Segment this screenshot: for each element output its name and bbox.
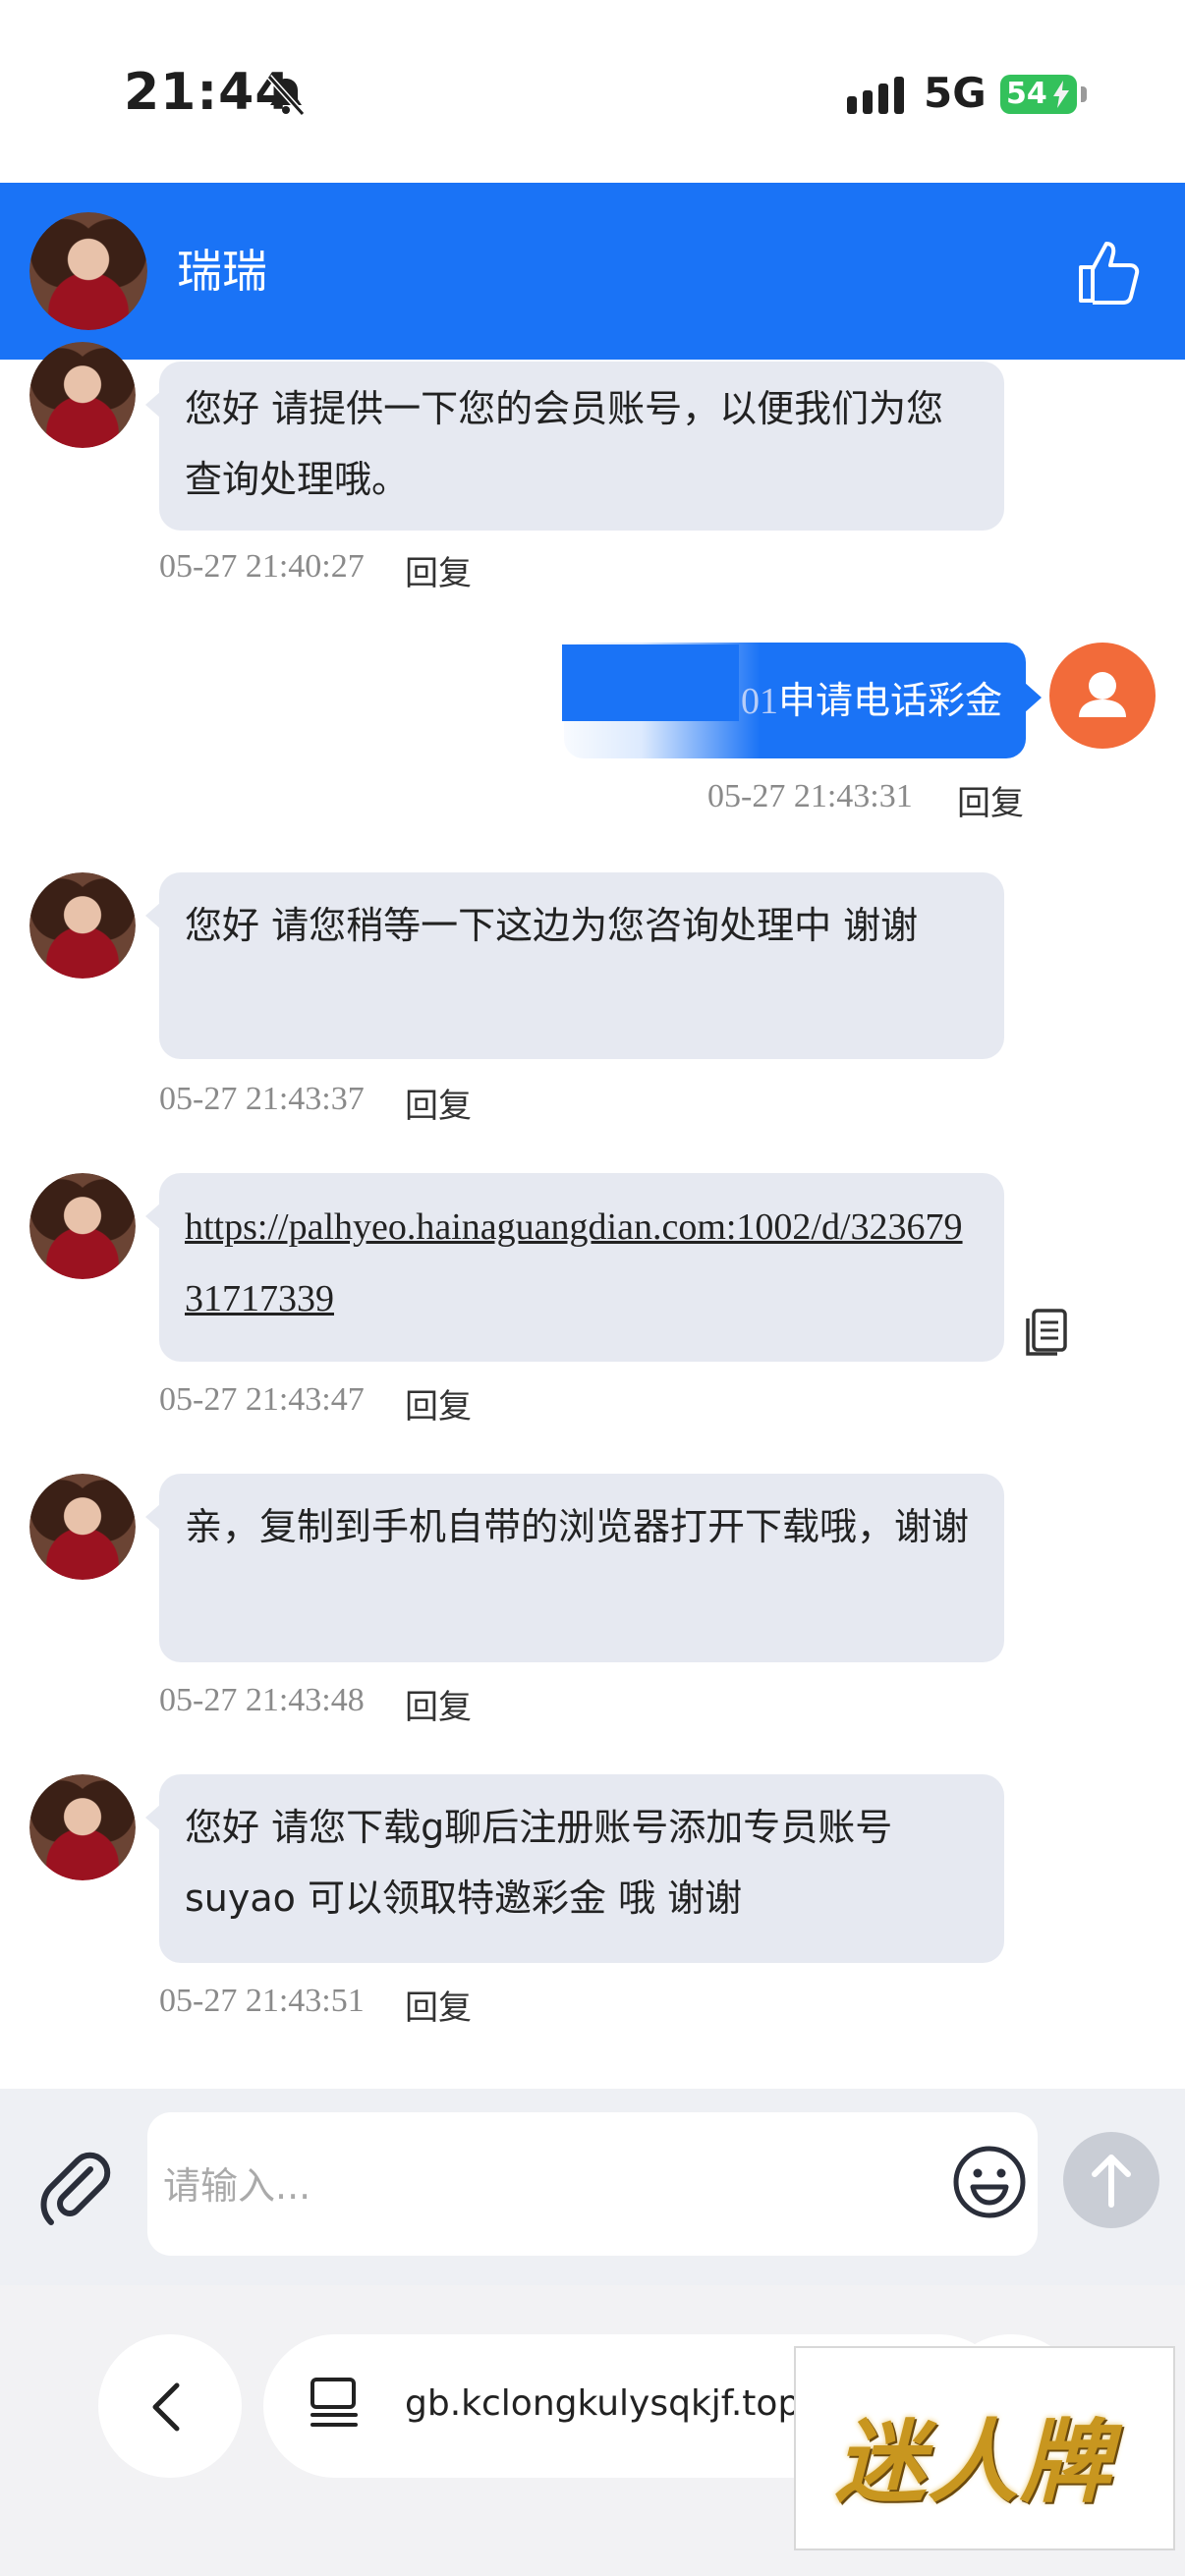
battery-level: 54 [1006,77,1047,111]
message-bubble: https://palhyeo.hainaguangdian.com:1002/… [145,1173,1004,1362]
chevron-left-icon [152,2382,180,2432]
message-time: 05-27 21:40:27 [159,548,365,585]
message-time: 05-27 21:43:51 [159,1983,365,2019]
message-text: 您好 请提供一下您的会员账号，以便我们为您查询处理哦。 [185,387,944,501]
reply-button[interactable]: 回复 [405,1680,472,1728]
message-bubble: 您好 请您稍等一下这边为您咨询处理中 谢谢 [145,872,1004,1059]
agent-name: 瑞瑞 [177,245,267,298]
agent-avatar [29,872,136,979]
message-time: 05-27 21:43:48 [159,1682,365,1718]
message-bubble: 您好 请提供一下您的会员账号，以便我们为您查询处理哦。 [145,362,1004,531]
message-time: 05-27 21:43:47 [159,1381,365,1418]
message-link[interactable]: https://palhyeo.hainaguangdian.com:1002/… [185,1206,963,1319]
message-time: 05-27 21:43:37 [159,1081,365,1117]
page-icon [310,2378,358,2427]
outgoing-message-text: 01申请电话彩金 [740,679,1002,722]
charging-bolt-icon [1053,81,1069,108]
signal-icon [847,77,904,114]
message-text: 您好 请您下载g聊后注册账号添加专员账号suyao 可以领取特邀彩金 哦 谢谢 [185,1806,893,1920]
message-bubble: 您好 请您下载g聊后注册账号添加专员账号suyao 可以领取特邀彩金 哦 谢谢 [145,1774,1004,1963]
reply-button[interactable]: 回复 [405,1379,472,1428]
agent-avatar [29,1774,136,1880]
message-text: 您好 请您稍等一下这边为您咨询处理中 谢谢 [185,904,919,947]
url-text: gb.kclongkulysqkjf.top [405,2383,801,2424]
arrow-up-icon [1092,2155,1131,2208]
reply-button[interactable]: 回复 [405,1981,472,2029]
watermark-logo: 迷人牌 [794,2346,1175,2550]
message-text: 亲，复制到手机自带的浏览器打开下载哦，谢谢 [185,1505,970,1548]
battery-tip [1081,86,1087,102]
message-input[interactable]: 请输入... [147,2112,1038,2256]
input-placeholder: 请输入... [163,2164,311,2208]
thumbs-up-icon[interactable] [1075,236,1140,305]
silent-bell-icon [266,74,306,117]
reply-button[interactable]: 回复 [957,776,1024,824]
agent-avatar[interactable] [29,212,147,330]
message-time: 05-27 21:43:31 [707,778,913,814]
send-button[interactable] [1063,2132,1159,2228]
person-icon [1079,672,1126,717]
reply-button[interactable]: 回复 [405,546,472,594]
agent-avatar [29,1173,136,1279]
battery-indicator: 54 [1000,75,1087,114]
copy-icon[interactable] [1024,1309,1069,1358]
network-type: 5G [924,69,987,117]
attachment-icon[interactable] [35,2148,114,2226]
user-avatar [1049,643,1156,749]
status-bar: 21:44 5G 54 [0,0,1185,183]
reply-button[interactable]: 回复 [405,1079,472,1127]
agent-avatar [29,1474,136,1580]
message-bubble: 亲，复制到手机自带的浏览器打开下载哦，谢谢 [145,1474,1004,1662]
watermark-text: 迷人牌 [835,2409,1113,2515]
redaction-overlay [562,644,739,721]
chat-header: 瑞瑞 [0,183,1185,360]
emoji-icon[interactable] [951,2144,1028,2220]
back-button[interactable] [98,2334,242,2478]
agent-avatar [29,342,136,448]
